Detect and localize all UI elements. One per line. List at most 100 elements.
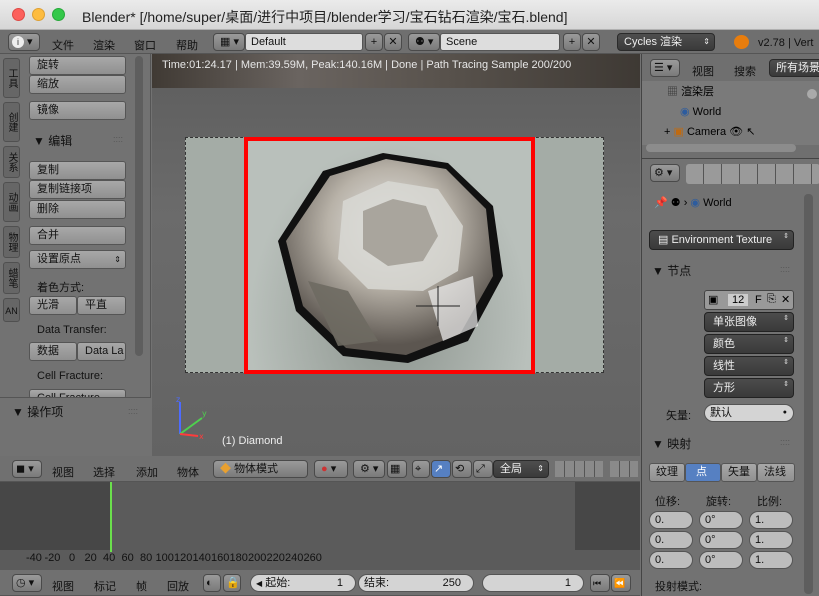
mirror-button[interactable]: 镜像: [29, 101, 126, 120]
rotation-x-field[interactable]: 0°: [699, 511, 743, 529]
add-layout-icon[interactable]: +: [365, 33, 383, 51]
scene-field[interactable]: Scene: [440, 33, 560, 51]
shade-flat-button[interactable]: 平直: [77, 296, 126, 315]
unlink-image-icon[interactable]: ✕: [781, 293, 790, 306]
pivot-button[interactable]: ⚙ ▾: [353, 460, 385, 478]
properties-context-tabs[interactable]: [686, 164, 819, 184]
shade-smooth-button[interactable]: 光滑: [29, 296, 77, 315]
interpolation-select[interactable]: 线性 ⇕: [704, 356, 794, 376]
menu-playback[interactable]: 回放: [167, 578, 189, 594]
visibility-eye-icon[interactable]: 👁: [729, 126, 743, 138]
delete-button[interactable]: 删除: [29, 200, 126, 219]
menu-window[interactable]: 窗口: [134, 37, 156, 53]
jump-start-icon[interactable]: ⏮: [590, 574, 610, 592]
mapping-tab-point[interactable]: 点: [685, 463, 721, 482]
outliner-filter-select[interactable]: 所有场景: [769, 59, 819, 77]
menu-add[interactable]: 添加: [136, 464, 158, 480]
menu-file[interactable]: 文件: [52, 37, 74, 53]
mapping-tab-normal[interactable]: 法线: [757, 463, 795, 482]
range-icon[interactable]: ◐: [203, 574, 221, 592]
mapping-tab-texture[interactable]: 纹理: [649, 463, 685, 482]
drag-handle-icon[interactable]: ::::: [128, 406, 138, 416]
add-scene-icon[interactable]: +: [563, 33, 581, 51]
menu-select[interactable]: 选择: [93, 464, 115, 480]
location-z-field[interactable]: 0.: [649, 551, 693, 569]
edit-panel-header[interactable]: ▼ 编辑: [33, 132, 72, 152]
scale-z-field[interactable]: 1.: [749, 551, 793, 569]
rotate-button[interactable]: 旋转: [29, 56, 126, 75]
duplicate-linked-button[interactable]: 复制链接项: [29, 180, 126, 199]
prev-keyframe-icon[interactable]: ⏪: [611, 574, 631, 592]
nodes-panel-header[interactable]: ▼ 节点: [652, 262, 691, 282]
manipulator-icon[interactable]: ⌖: [412, 460, 430, 478]
end-frame-field[interactable]: 结束: 250: [358, 574, 474, 592]
editor-type-button[interactable]: i ▾: [8, 33, 40, 51]
properties-editor-button[interactable]: ⚙ ▾: [650, 164, 680, 182]
menu-help[interactable]: 帮助: [176, 37, 198, 53]
menu-timeline-view[interactable]: 视图: [52, 578, 74, 594]
select-cursor-icon[interactable]: ↖: [746, 126, 755, 138]
fake-user-flag[interactable]: F: [755, 294, 762, 306]
zoom-window-button[interactable]: [52, 8, 65, 21]
location-y-field[interactable]: 0.: [649, 531, 693, 549]
tool-shelf-scrollbar[interactable]: [135, 56, 143, 356]
viewport-editor-button[interactable]: ◼ ▾: [12, 460, 42, 478]
tab-tools[interactable]: 工具: [3, 58, 20, 98]
current-frame-field[interactable]: 1: [482, 574, 584, 592]
shading-mode-button[interactable]: ● ▾: [314, 460, 348, 478]
menu-frame[interactable]: 帧: [136, 578, 147, 594]
set-origin-button[interactable]: 设置原点 ⇕: [29, 250, 126, 269]
translate-manipulator-icon[interactable]: ↗: [431, 460, 451, 478]
menu-view[interactable]: 视图: [52, 464, 74, 480]
rotation-y-field[interactable]: 0°: [699, 531, 743, 549]
lock-icon[interactable]: 🔒: [223, 574, 241, 592]
location-x-field[interactable]: 0.: [649, 511, 693, 529]
scale-x-field[interactable]: 1.: [749, 511, 793, 529]
scale-manipulator-icon[interactable]: ⤢: [473, 460, 493, 478]
open-image-icon[interactable]: ⎘: [767, 293, 776, 306]
outliner-item-world[interactable]: ◉ World: [680, 105, 721, 118]
tab-grease-pencil[interactable]: 蜡笔: [3, 262, 20, 294]
outliner-hscrollbar[interactable]: [646, 144, 796, 152]
properties-scrollbar[interactable]: [804, 194, 813, 594]
outliner-item-camera[interactable]: + ▣ Camera 👁 ↖: [664, 125, 755, 138]
image-source-select[interactable]: 单张图像 ⇕: [704, 312, 794, 332]
pin-icon[interactable]: 📌: [654, 197, 668, 209]
tab-an[interactable]: AN: [3, 298, 20, 322]
scene-icon-button[interactable]: ⚉ ▾: [408, 33, 440, 51]
menu-render[interactable]: 渲染: [93, 37, 115, 53]
environment-texture-select[interactable]: ▤ Environment Texture ⇕: [649, 230, 794, 250]
drag-handle-icon[interactable]: ::::: [113, 134, 123, 144]
menu-object[interactable]: 物体: [177, 464, 199, 480]
frame-cursor[interactable]: [110, 482, 112, 552]
mode-select[interactable]: ◆ 物体模式: [213, 460, 308, 478]
outliner-menu-view[interactable]: 视图: [692, 63, 714, 79]
timeline-editor-button[interactable]: ◷ ▾: [12, 574, 42, 592]
scale-y-field[interactable]: 1.: [749, 531, 793, 549]
render-engine-select[interactable]: Cycles 渲染 ⇕: [617, 33, 715, 51]
tab-physics[interactable]: 物理: [3, 226, 20, 258]
vector-field[interactable]: 默认 ●: [704, 404, 794, 422]
outliner-editor-button[interactable]: ☰ ▾: [650, 59, 680, 77]
remove-layout-icon[interactable]: ✕: [384, 33, 402, 51]
tab-animation[interactable]: 动画: [3, 182, 20, 222]
join-button[interactable]: 合并: [29, 226, 126, 245]
operator-panel-header[interactable]: ▼ 操作项: [12, 403, 63, 423]
image-datablock[interactable]: ▣ 12 F ⎘ ✕: [704, 290, 794, 310]
scale-button[interactable]: 缩放: [29, 75, 126, 94]
tab-relations[interactable]: 关系: [3, 146, 20, 178]
outliner-item-renderlayers[interactable]: ▦ 渲染层: [667, 83, 714, 99]
remove-scene-icon[interactable]: ✕: [582, 33, 600, 51]
tab-create[interactable]: 创建: [3, 102, 20, 142]
layout-field[interactable]: Default: [245, 33, 363, 51]
layers-grid-1[interactable]: [555, 461, 603, 477]
projection-select[interactable]: 方形 ⇕: [704, 378, 794, 398]
outliner-menu-search[interactable]: 搜索: [734, 63, 756, 79]
color-space-select[interactable]: 颜色 ⇕: [704, 334, 794, 354]
orientation-select[interactable]: 全局 ⇕: [493, 460, 549, 478]
close-window-button[interactable]: [12, 8, 25, 21]
mapping-tab-vector[interactable]: 矢量: [721, 463, 757, 482]
layers-grid-2[interactable]: [610, 461, 638, 477]
rotate-manipulator-icon[interactable]: ⟲: [452, 460, 472, 478]
start-frame-field[interactable]: ◀ 起始: 1: [250, 574, 356, 592]
